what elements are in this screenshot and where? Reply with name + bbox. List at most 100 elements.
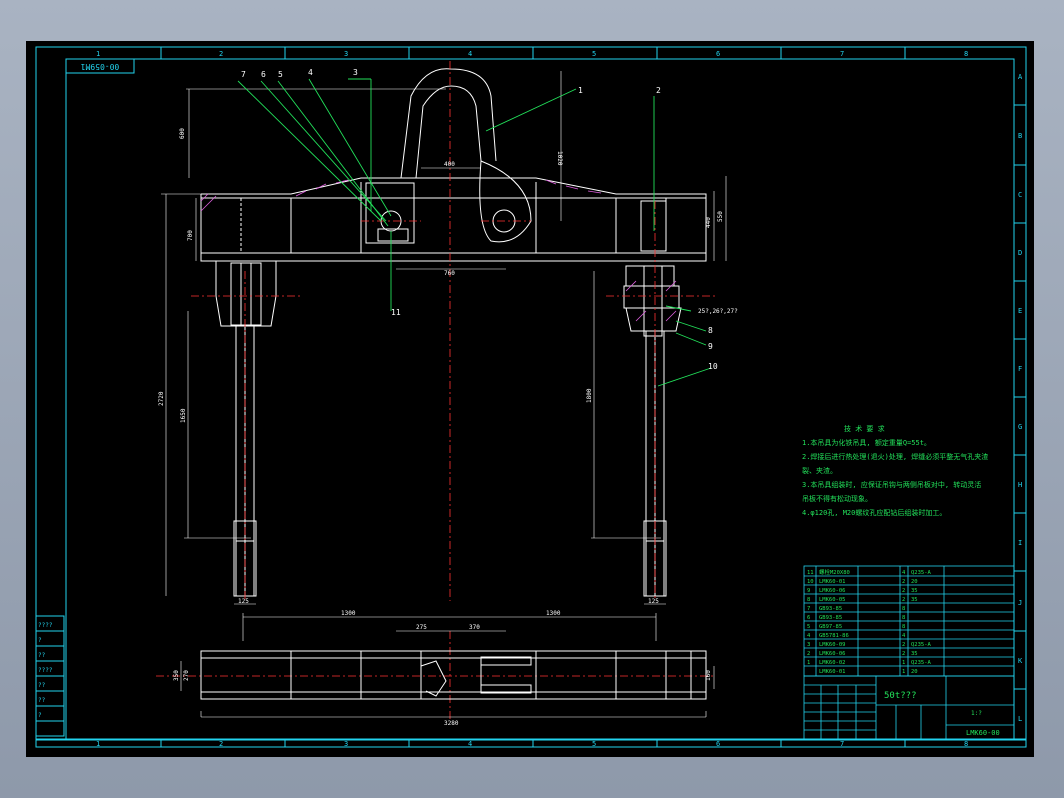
dim-125-left: 125 bbox=[238, 598, 249, 605]
dim-275: 275 bbox=[416, 624, 427, 631]
zone-row-e: E bbox=[1018, 307, 1022, 315]
bom-qty: 4 bbox=[902, 570, 906, 576]
bom-code: GB5781-86 bbox=[819, 633, 849, 639]
bom-material: 35 bbox=[911, 588, 918, 594]
technical-notes: 技 术 要 求 1.本吊具为化铁吊具, 额定重量Q=55t。 2.焊接后进行热处… bbox=[802, 424, 988, 517]
dim-370: 370 bbox=[469, 624, 480, 631]
bom-qty: 1 bbox=[902, 660, 905, 666]
bom-material: 35 bbox=[911, 651, 918, 657]
zone-col-1: 1 bbox=[96, 50, 100, 58]
bom-qty: 4 bbox=[902, 633, 906, 639]
left-strip-cell: ?? bbox=[38, 652, 46, 659]
bom-item: 6 bbox=[807, 615, 810, 621]
bom-qty: 2 bbox=[902, 579, 905, 585]
zone-col-8: 8 bbox=[964, 50, 968, 58]
bom-code: LMK60-06 bbox=[819, 651, 846, 657]
dim-760: 760 bbox=[444, 270, 455, 277]
zone-row-j: J bbox=[1018, 599, 1022, 607]
zone-col-6-bottom: 6 bbox=[716, 740, 720, 748]
zone-col-3-bottom: 3 bbox=[344, 740, 348, 748]
bom-material: Q235-A bbox=[911, 642, 932, 648]
bom-code: GB97-85 bbox=[819, 624, 842, 630]
drawing-code: 00-059M1 bbox=[81, 62, 120, 71]
balloon-1: 1 bbox=[578, 86, 583, 95]
dim-600: 600 bbox=[179, 128, 186, 139]
left-strip-cell: ?? bbox=[38, 682, 46, 689]
zone-col-6: 6 bbox=[716, 50, 720, 58]
zone-col-8-bottom: 8 bbox=[964, 740, 968, 748]
dim-1300-left: 1300 bbox=[341, 610, 356, 617]
balloon-4: 4 bbox=[308, 68, 313, 77]
bom-item: 2 bbox=[807, 651, 810, 657]
zone-col-3: 3 bbox=[344, 50, 348, 58]
zone-row-c: C bbox=[1018, 191, 1022, 199]
dim-440: 440 bbox=[705, 217, 712, 228]
centerlines bbox=[156, 61, 716, 721]
bom-rows: 11 螺栓M20X80 4 Q235-A 10 LMK60-01 2 20 9 … bbox=[807, 568, 932, 675]
dim-350: 350 bbox=[173, 670, 180, 681]
dim-1300-right: 1300 bbox=[546, 610, 561, 617]
dim-thread: 25?,26?,27? bbox=[698, 308, 738, 315]
title-scale: 1:? bbox=[971, 710, 982, 717]
bom-qty: 1 bbox=[902, 669, 905, 675]
notes-line: 3.本吊具组装时, 应保证吊钩与两侧吊板对中, 转动灵活 bbox=[802, 480, 981, 489]
zone-col-1-bottom: 1 bbox=[96, 740, 100, 748]
drawing-sheet: 1 2 3 4 5 6 7 8 1 2 3 4 5 6 7 8 A B C D … bbox=[26, 41, 1034, 757]
bom-material: Q235-A bbox=[911, 660, 932, 666]
zone-col-5-bottom: 5 bbox=[592, 740, 596, 748]
bom-item: 3 bbox=[807, 642, 810, 648]
bom-item: 11 bbox=[807, 570, 814, 576]
notes-line: 裂、夹渣。 bbox=[802, 466, 837, 475]
notes-heading: 技 术 要 求 bbox=[844, 424, 885, 433]
dim-3280: 3280 bbox=[444, 720, 459, 727]
title-drawing-no: LMK60-00 bbox=[966, 729, 1000, 737]
dim-270: 270 bbox=[183, 670, 190, 681]
title-name: 50t??? bbox=[884, 691, 917, 701]
bom-material: 35 bbox=[911, 597, 918, 603]
zone-row-i: I bbox=[1018, 539, 1022, 547]
cad-drawing: 1 2 3 4 5 6 7 8 1 2 3 4 5 6 7 8 A B C D … bbox=[35, 46, 1027, 748]
dim-700: 700 bbox=[187, 230, 194, 241]
notes-line: 2.焊接后进行热处理(退火)处理, 焊缝必须平整无气孔夹渣 bbox=[802, 452, 988, 461]
bom-qty: 2 bbox=[902, 651, 905, 657]
leader-lines bbox=[237, 78, 712, 387]
title-block-text: 50t??? 1:? LMK60-00 bbox=[884, 691, 1000, 737]
bom-item: 4 bbox=[807, 633, 811, 639]
left-strip-cell: ?? bbox=[38, 697, 46, 704]
bom-material: 20 bbox=[911, 579, 918, 585]
bom-item: 1 bbox=[807, 660, 810, 666]
bom-item: 5 bbox=[807, 624, 810, 630]
balloon-11: 11 bbox=[391, 308, 401, 317]
front-view bbox=[200, 68, 707, 597]
zone-row-f: F bbox=[1018, 365, 1022, 373]
zone-row-a: A bbox=[1018, 73, 1023, 81]
bom-material: Q235-A bbox=[911, 570, 932, 576]
drawing-code-box: 00-059M1 bbox=[65, 58, 135, 74]
section-hatch bbox=[200, 179, 677, 322]
bom-code: LMK60-01 bbox=[819, 669, 846, 675]
balloon-3: 3 bbox=[353, 68, 358, 77]
left-strip-cell: ? bbox=[38, 712, 42, 719]
bom-item: 9 bbox=[807, 588, 810, 594]
zone-col-5: 5 bbox=[592, 50, 596, 58]
bom-code: LMK60-05 bbox=[819, 597, 846, 603]
balloon-8: 8 bbox=[708, 326, 713, 335]
bom-item: 8 bbox=[807, 597, 810, 603]
zone-row-g: G bbox=[1018, 423, 1022, 431]
bom-qty: 8 bbox=[902, 624, 905, 630]
bom-qty: 2 bbox=[902, 588, 905, 594]
zone-row-k: K bbox=[1018, 657, 1023, 665]
notes-line: 4.φ120孔, M20螺纹孔应配钻后组装时加工。 bbox=[802, 508, 946, 517]
balloon-5: 5 bbox=[278, 70, 283, 79]
bom-code: LMK60-06 bbox=[819, 588, 846, 594]
plan-view bbox=[200, 650, 707, 700]
dim-1020: 1020 bbox=[556, 151, 563, 166]
bom-code: LMK60-02 bbox=[819, 660, 846, 666]
bom-qty: 2 bbox=[902, 597, 905, 603]
left-strip-cell: ? bbox=[38, 637, 42, 644]
balloon-7: 7 bbox=[241, 70, 246, 79]
bom-item: 10 bbox=[807, 579, 814, 585]
balloon-labels: 7 6 5 4 3 1 2 11 8 9 10 bbox=[241, 68, 718, 371]
bom-code: 螺栓M20X80 bbox=[819, 568, 850, 576]
bom-material: 20 bbox=[911, 669, 918, 675]
